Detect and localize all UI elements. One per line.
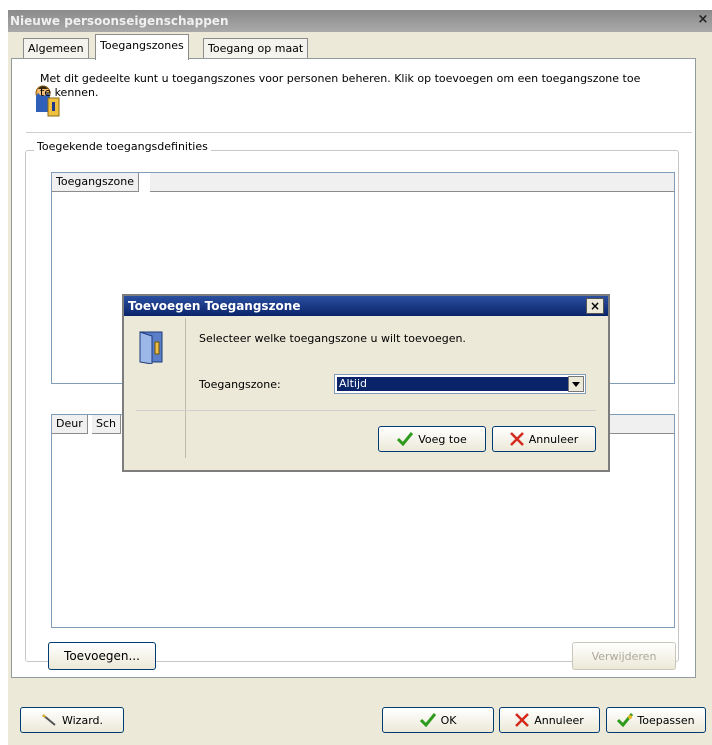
ok-button[interactable]: OK — [382, 707, 494, 733]
column-header-toegangszone[interactable]: Toegangszone — [52, 173, 139, 192]
wand-icon — [41, 713, 57, 727]
title-bar: Nieuwe persoonseigenschappen × — [8, 10, 712, 32]
dialog-field-label: Toegangszone: — [199, 378, 281, 391]
add-zone-dialog: Toevoegen Toegangszone × Selecteer welke… — [122, 294, 610, 472]
door-icon — [136, 330, 166, 364]
dialog-title-bar: Toevoegen Toegangszone × — [124, 296, 608, 316]
dialog-title: Toevoegen Toegangszone — [128, 299, 301, 313]
add-button[interactable]: Toevoegen... — [48, 642, 156, 670]
apply-label: Toepassen — [637, 713, 695, 727]
tab-toegangszones[interactable]: Toegangszones — [95, 34, 189, 60]
dialog-vline — [185, 318, 186, 458]
dialog-check-icon — [397, 432, 414, 446]
tab-algemeen[interactable]: Algemeen — [23, 38, 89, 59]
dialog-close-icon[interactable]: × — [586, 298, 604, 314]
zone-select-value: Altijd — [337, 377, 569, 391]
dialog-cancel-button[interactable]: Annuleer — [492, 426, 596, 452]
dialog-add-button[interactable]: Voeg toe — [378, 426, 486, 452]
column-header-deur[interactable]: Deur — [52, 415, 88, 434]
window-title: Nieuwe persoonseigenschappen — [10, 14, 229, 28]
group-label: Toegekende toegangsdefinities — [34, 140, 211, 153]
wizard-label: Wizard. — [61, 713, 103, 727]
apply-button[interactable]: Toepassen — [606, 707, 706, 733]
check-icon — [419, 713, 436, 727]
intro-text: Met dit gedeelte kunt u toegangszones vo… — [40, 72, 641, 99]
close-icon[interactable]: × — [696, 13, 710, 27]
wizard-button[interactable]: Wizard. — [20, 707, 124, 733]
separator — [26, 132, 692, 133]
dialog-cross-icon — [509, 432, 524, 446]
apply-check-icon — [617, 713, 634, 727]
cross-icon — [515, 713, 530, 727]
remove-button[interactable]: Verwijderen — [572, 642, 676, 670]
zone-select[interactable]: Altijd — [334, 374, 586, 394]
cancel-button[interactable]: Annuleer — [499, 707, 600, 733]
chevron-down-icon[interactable] — [568, 376, 584, 392]
dialog-separator — [136, 410, 596, 411]
dialog-add-label: Voeg toe — [418, 432, 467, 446]
column-header-sch[interactable]: Sch — [92, 415, 122, 434]
dialog-cancel-label: Annuleer — [528, 432, 579, 446]
dialog-prompt: Selecteer welke toegangszone u wilt toev… — [199, 332, 466, 345]
ok-label: OK — [440, 713, 457, 727]
cancel-label: Annuleer — [534, 713, 584, 727]
tab-toegang-op-maat[interactable]: Toegang op maat — [203, 38, 309, 59]
